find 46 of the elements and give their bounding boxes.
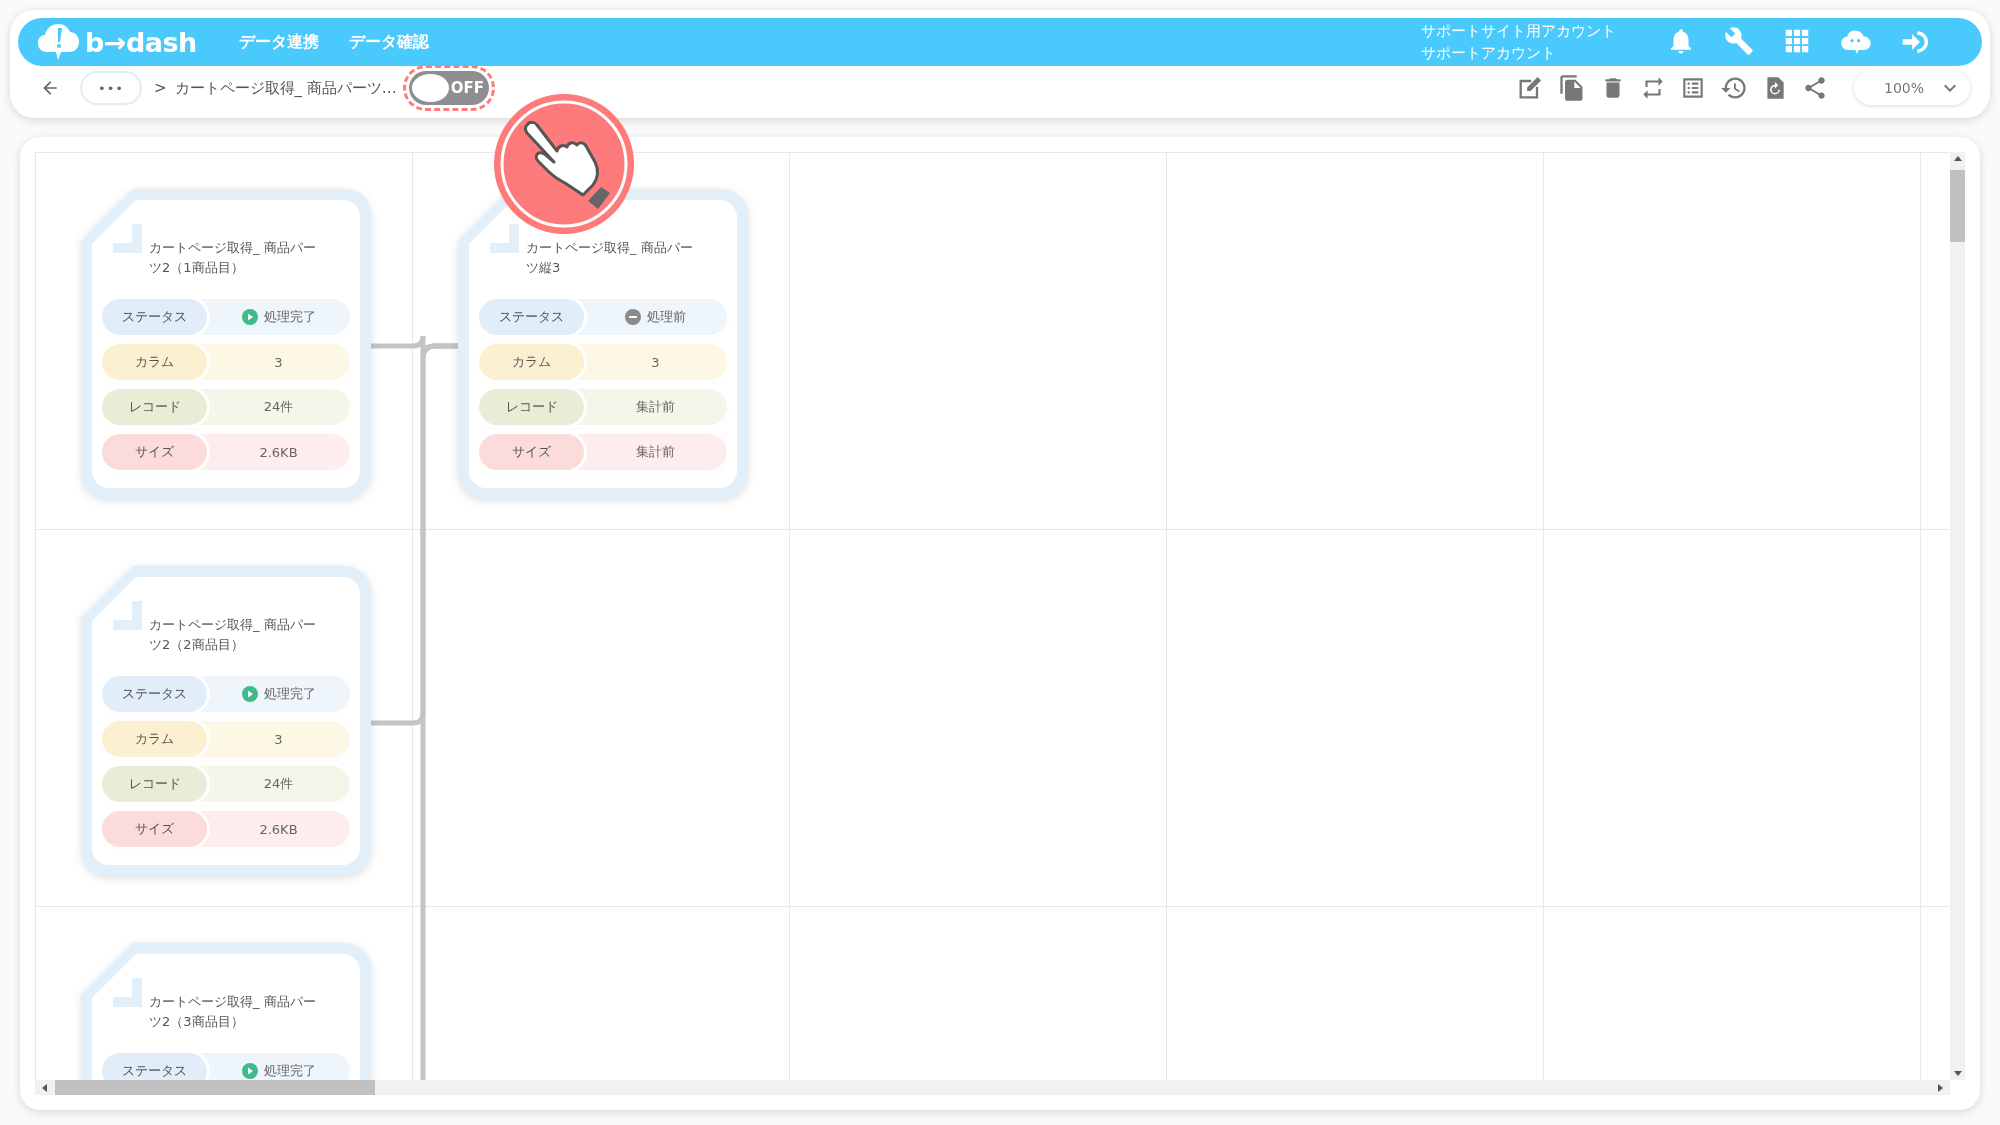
- row-value: 2.6KB: [259, 821, 298, 837]
- row-value: 3: [274, 354, 283, 370]
- row-label: ステータス: [102, 1053, 207, 1080]
- card-title: カートページ取得_ 商品パーツ縦3: [526, 239, 694, 277]
- scroll-thumb[interactable]: [55, 1080, 375, 1095]
- row-label: レコード: [102, 766, 207, 802]
- row-value: 処理完了: [263, 308, 316, 326]
- account-name: サポートアカウント: [1421, 43, 1557, 64]
- row-value: 処理完了: [263, 1062, 316, 1080]
- row-label: カラム: [102, 344, 207, 380]
- row-value: 24件: [263, 775, 294, 793]
- row-label: カラム: [102, 721, 207, 757]
- row-label: サイズ: [479, 434, 584, 470]
- row-label: ステータス: [479, 299, 584, 335]
- cloud-logo-icon: [37, 22, 81, 62]
- list-icon[interactable]: [1680, 75, 1706, 101]
- row-value: 集計前: [636, 398, 675, 416]
- row-value: 24件: [263, 398, 294, 416]
- breadcrumb-separator: >: [154, 79, 167, 97]
- row-label: サイズ: [102, 434, 207, 470]
- share-icon[interactable]: [1802, 75, 1828, 101]
- row-label: レコード: [102, 389, 207, 425]
- card-title: カートページ取得_ 商品パーツ2（2商品目）: [149, 616, 317, 654]
- horizontal-scrollbar[interactable]: [35, 1080, 1950, 1095]
- more-button[interactable]: •••: [82, 73, 140, 103]
- repeat-icon[interactable]: [1640, 75, 1666, 101]
- card-title: カートページ取得_ 商品パーツ2（3商品目）: [149, 993, 317, 1031]
- scroll-thumb[interactable]: [1950, 170, 1965, 242]
- row-value: 3: [651, 354, 660, 370]
- logo-text: b→dash: [85, 26, 197, 58]
- row-value: 処理完了: [263, 685, 316, 703]
- row-label: ステータス: [102, 676, 207, 712]
- row-label: レコード: [479, 389, 584, 425]
- account-name: サポートサイト用アカウント: [1421, 21, 1617, 42]
- row-value: 処理前: [647, 308, 686, 326]
- vertical-scrollbar[interactable]: [1950, 152, 1965, 1080]
- row-value: 3: [274, 731, 283, 747]
- row-value: 集計前: [636, 443, 675, 461]
- card-title: カートページ取得_ 商品パーツ2（1商品目）: [149, 239, 317, 277]
- breadcrumb[interactable]: カートページ取得_ 商品パーツ…: [174, 78, 397, 98]
- row-value: 2.6KB: [259, 444, 298, 460]
- copy-icon[interactable]: [1558, 74, 1586, 102]
- row-label: ステータス: [102, 299, 207, 335]
- zoom-select[interactable]: 100%: [1854, 71, 1970, 105]
- row-label: カラム: [479, 344, 584, 380]
- row-label: サイズ: [102, 811, 207, 847]
